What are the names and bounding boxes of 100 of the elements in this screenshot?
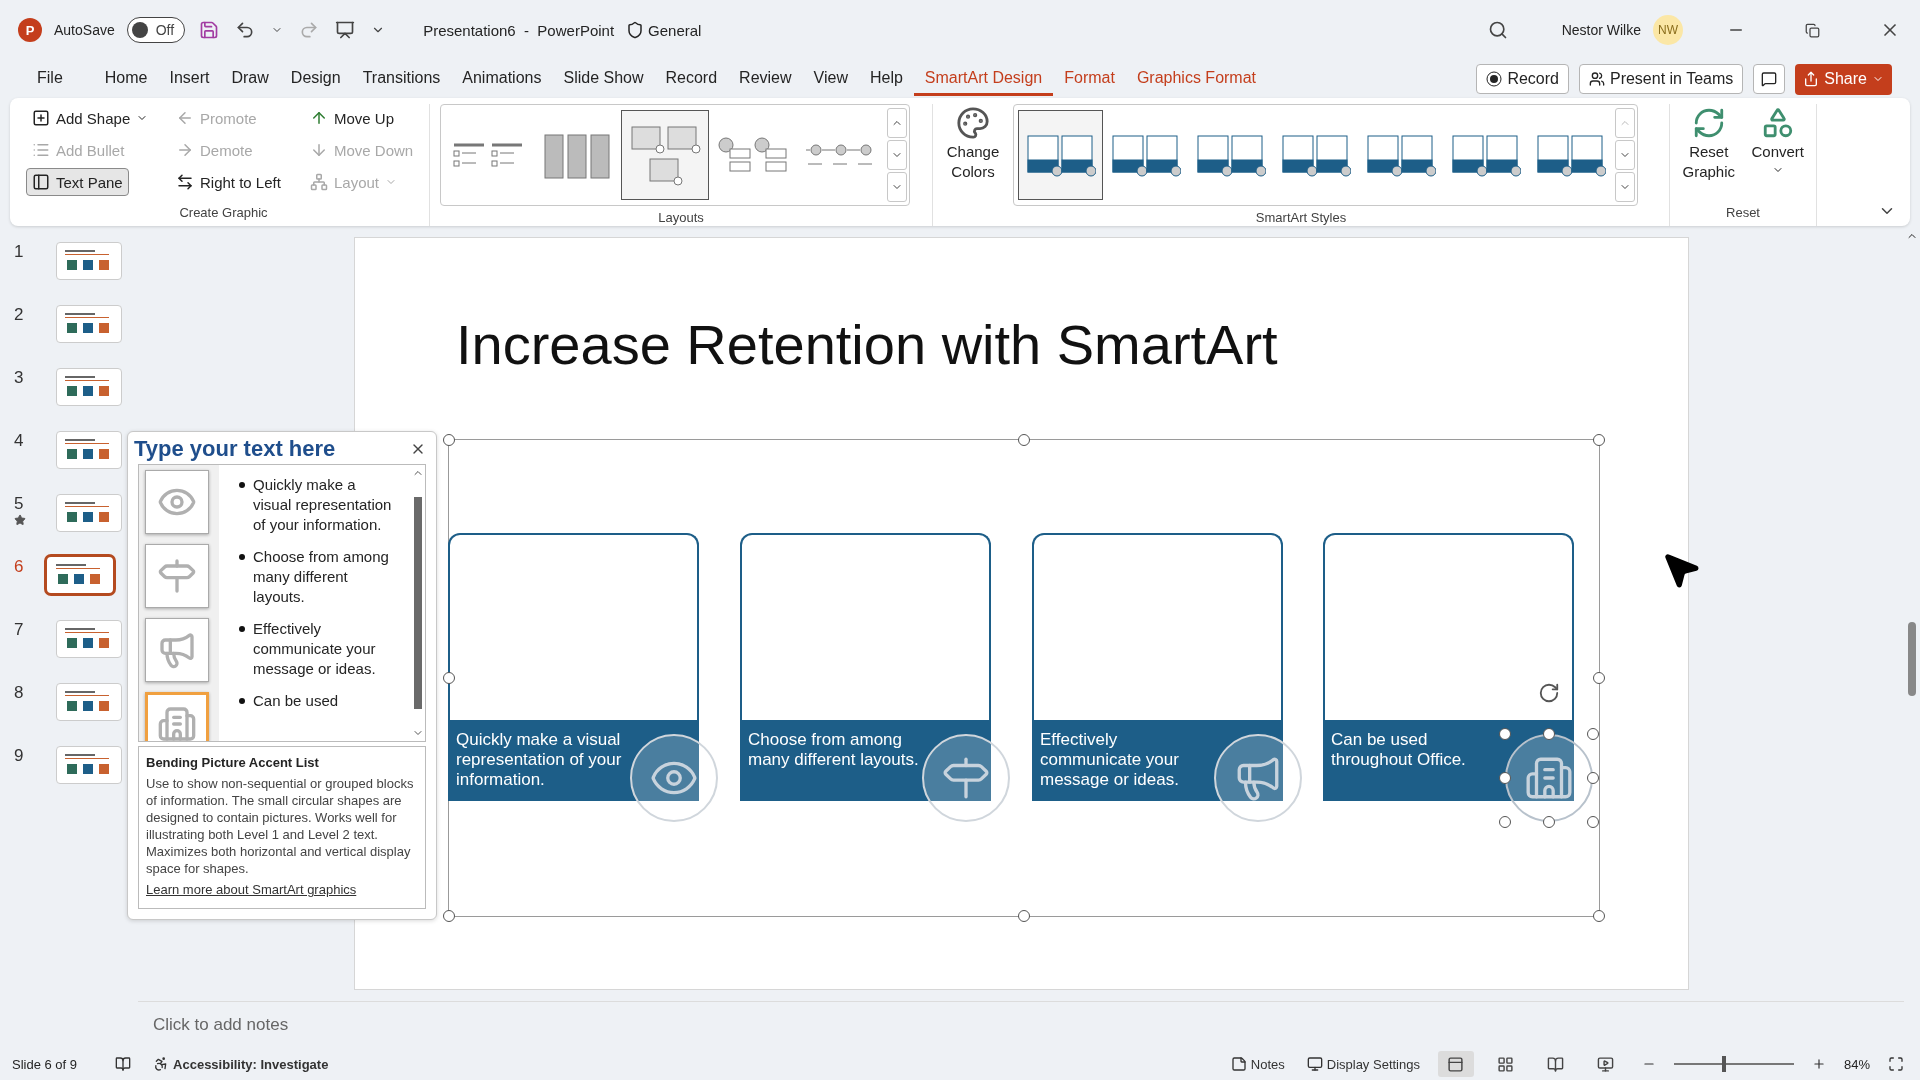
style-preview-icon (1535, 132, 1606, 178)
ribbon-tab[interactable]: Animations (451, 62, 553, 96)
palette-icon (956, 106, 990, 140)
group-label: Reset (1725, 204, 1761, 222)
ribbon-tab[interactable]: Graphics Format (1125, 62, 1268, 96)
present-in-teams-button[interactable]: Present in Teams (1578, 64, 1744, 94)
resize-handle[interactable] (1587, 816, 1599, 828)
notes-icon (1230, 1056, 1247, 1072)
resize-handle[interactable] (443, 910, 455, 922)
ribbon-tab[interactable]: SmartArt Design (913, 62, 1054, 96)
bullet-text[interactable]: Quickly make a visual representation of your information. (253, 475, 393, 535)
ribbon-tab[interactable]: Record (654, 62, 729, 96)
smartart-card[interactable]: Effectively communicate your message or ideas. (1032, 533, 1283, 801)
ribbon-button[interactable]: Text Pane (26, 168, 129, 196)
autosave-toggle[interactable]: Off (126, 17, 186, 43)
rotate-handle-icon[interactable] (1538, 682, 1560, 704)
slide-thumbnail[interactable] (44, 554, 116, 596)
accessibility-button[interactable]: Accessibility: Investigate (149, 1056, 333, 1072)
ribbon-tab[interactable]: Help (858, 62, 914, 96)
layout-option[interactable] (621, 110, 709, 200)
convert-button[interactable]: Convert (1747, 104, 1808, 178)
normal-view-icon (1447, 1055, 1465, 1073)
ribbon-tab[interactable]: Format (1053, 62, 1126, 96)
ribbon-tab[interactable]: View (802, 62, 859, 96)
ribbon-button[interactable]: Move Up (304, 104, 401, 132)
user-avatar[interactable]: NW (1653, 15, 1683, 45)
layout-description: Use to show non-sequential or grouped blocks of information. The small circular shapes are designed to contain pictures. Works well for illustrating both Level 1 and Level 2 text. Maximizes both horizontal and vertical display space for shapes. (146, 775, 415, 877)
notes-button[interactable]: Notes (1226, 1056, 1289, 1072)
zoom-in-icon[interactable] (1811, 1057, 1826, 1071)
ribbon-tab[interactable]: Draw (220, 62, 280, 96)
resize-handle[interactable] (443, 434, 455, 446)
resize-handle[interactable] (1593, 434, 1605, 446)
card-text: Can be used throughout Office. (1331, 730, 1467, 770)
resize-handle[interactable] (1587, 728, 1599, 740)
ribbon-tab[interactable]: Review (728, 62, 803, 96)
display-settings-button[interactable]: Display Settings (1302, 1056, 1424, 1072)
bullet-text[interactable]: Effectively communicate your message or ideas. (253, 619, 393, 679)
slide-number: 3 (14, 368, 24, 388)
search-icon[interactable] (1487, 20, 1508, 40)
change-colors-button[interactable]: Change Colors (941, 104, 1005, 184)
sensitivity-label[interactable]: General (648, 21, 702, 39)
smartart-card[interactable]: Can be used throughout Office. (1323, 533, 1574, 801)
smartart-card[interactable]: Choose from among many different layouts. (740, 533, 991, 801)
ribbon-button[interactable]: Right to Left (170, 168, 287, 196)
megaphone-icon (157, 630, 197, 670)
resize-handle[interactable] (1587, 772, 1599, 784)
scrollbar-thumb[interactable] (414, 497, 422, 709)
zoom-slider-thumb[interactable] (1722, 1056, 1727, 1072)
style-option[interactable] (1018, 110, 1103, 200)
group-label: Layouts (657, 209, 705, 227)
presentation-icon[interactable] (335, 20, 356, 40)
slide-number: 8 (14, 683, 24, 703)
ribbon-tab[interactable]: Design (279, 62, 352, 96)
ribbon-tab[interactable]: Slide Show (552, 62, 655, 96)
learn-more-link[interactable]: Learn more about SmartArt graphics (146, 882, 418, 897)
bullet-text[interactable]: Can be used (253, 691, 393, 711)
reset-graphic-button[interactable]: Reset Graphic (1678, 104, 1740, 184)
resize-handle[interactable] (1018, 434, 1030, 446)
book-icon (1547, 1055, 1565, 1073)
style-preview-icon (1450, 132, 1521, 178)
slide-title: Increase Retention with SmartArt (456, 312, 1278, 377)
ribbon-tab[interactable]: Transitions (351, 62, 452, 96)
user-name: Nestor Wilke (1561, 22, 1641, 38)
resize-handle[interactable] (1593, 910, 1605, 922)
swap-arrows-icon (176, 173, 194, 191)
spelling-icon[interactable] (115, 1056, 132, 1072)
bullet-icon (239, 554, 245, 560)
fit-to-window-icon[interactable] (1888, 1056, 1904, 1072)
shield-icon (626, 21, 645, 39)
comment-icon (1761, 71, 1778, 87)
slide-number: 7 (14, 620, 24, 640)
share-button[interactable]: Share (1795, 63, 1892, 95)
smartart-card[interactable]: Quickly make a visual representation of your information. (448, 533, 699, 801)
text-pane-title: Type your text here (134, 436, 336, 462)
teams-icon (1588, 71, 1605, 87)
restore-icon[interactable] (1805, 22, 1820, 38)
document-title: Presentation6 - PowerPoint (423, 21, 615, 39)
resize-handle[interactable] (1499, 816, 1511, 828)
card-text: Choose from among many different layouts. (748, 730, 920, 770)
circle-list-layout-icon (716, 135, 790, 175)
record-button[interactable]: Record (1476, 64, 1569, 94)
view-button[interactable] (1437, 1051, 1474, 1077)
style-preview-icon (1025, 132, 1096, 178)
save-icon[interactable] (199, 20, 220, 40)
ribbon-tab[interactable]: Insert (158, 62, 221, 96)
style-preview-icon (1110, 132, 1181, 178)
resize-handle[interactable] (1593, 672, 1605, 684)
ribbon-tab[interactable]: Home (93, 62, 159, 96)
ribbon-tab[interactable]: File (26, 62, 74, 96)
resize-handle[interactable] (443, 672, 455, 684)
zoom-percent[interactable]: 84% (1843, 1056, 1870, 1072)
bullet-text[interactable]: Choose from among many different layouts. (253, 547, 393, 607)
notes-placeholder[interactable]: Click to add notes (153, 1015, 289, 1035)
bullet-icon (239, 626, 245, 632)
resize-handle[interactable] (1543, 816, 1555, 828)
ribbon-button[interactable]: Add Shape (26, 104, 155, 132)
grid-view-icon (1497, 1055, 1515, 1073)
resize-handle[interactable] (1018, 910, 1030, 922)
comments-button[interactable] (1753, 64, 1786, 94)
scrollbar-thumb[interactable] (1908, 622, 1916, 696)
